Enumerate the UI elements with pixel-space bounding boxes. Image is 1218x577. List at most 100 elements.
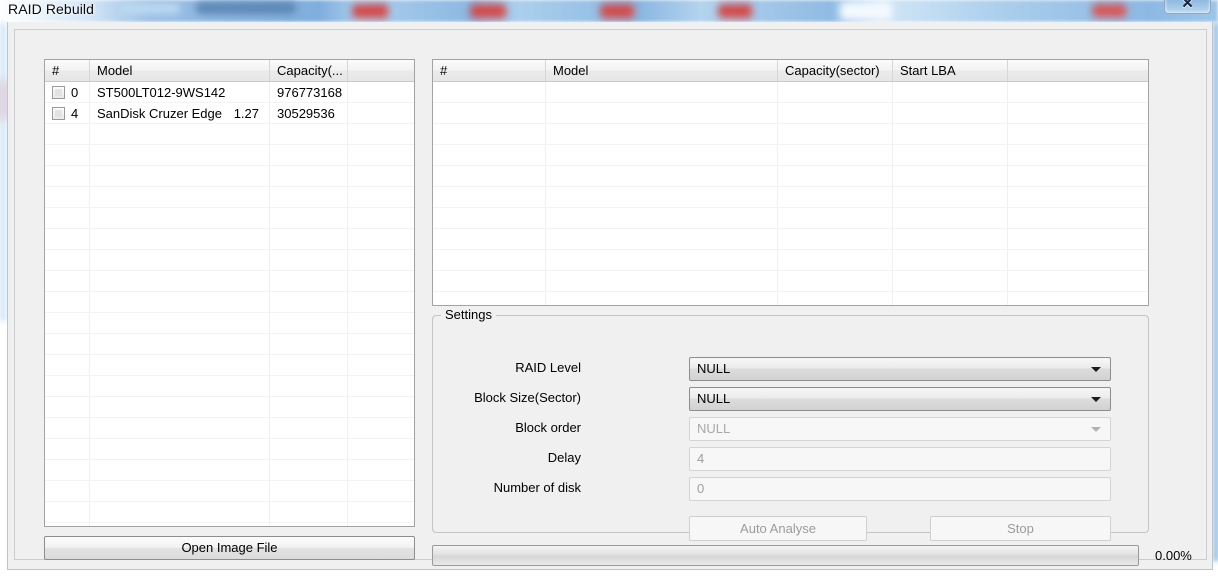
table-row-empty[interactable] xyxy=(45,313,414,334)
raid-level-dropdown[interactable]: NULL xyxy=(689,357,1111,381)
table-row-empty[interactable] xyxy=(45,208,414,229)
table-row[interactable]: 0 ST500LT012-9WS142 976773168 xyxy=(45,82,414,103)
cell-empty xyxy=(45,208,90,229)
table-body xyxy=(433,82,1148,305)
cell-empty xyxy=(546,187,778,208)
table-row-empty[interactable] xyxy=(433,124,1148,145)
table-row-empty[interactable] xyxy=(45,292,414,313)
cell-empty xyxy=(348,502,414,523)
cell-empty xyxy=(778,208,893,229)
cell-empty xyxy=(45,124,90,145)
cell-empty xyxy=(90,418,270,439)
block-order-dropdown[interactable]: NULL xyxy=(689,417,1111,441)
column-header-blank[interactable] xyxy=(348,60,414,81)
table-header-row: # Model Capacity(... xyxy=(45,60,414,82)
cell-model: ST500LT012-9WS142 xyxy=(90,82,270,103)
cell-empty xyxy=(546,166,778,187)
cell-empty xyxy=(270,439,348,460)
cell-empty xyxy=(893,250,1008,271)
cell-empty xyxy=(270,124,348,145)
field-number-of-disk[interactable]: 0 xyxy=(689,477,1111,501)
cell-empty xyxy=(433,271,546,292)
cell-empty xyxy=(348,334,414,355)
field-raid-level[interactable]: NULL xyxy=(689,357,1111,381)
column-header-start-lba[interactable]: Start LBA xyxy=(893,60,1008,81)
table-row-empty[interactable] xyxy=(45,355,414,376)
table-row-empty[interactable] xyxy=(433,82,1148,103)
column-header-model[interactable]: Model xyxy=(90,60,270,81)
cell-empty xyxy=(433,292,546,305)
table-row-empty[interactable] xyxy=(45,376,414,397)
cell-empty xyxy=(45,334,90,355)
table-row-empty[interactable] xyxy=(433,145,1148,166)
cell-empty xyxy=(270,208,348,229)
table-row-empty[interactable] xyxy=(45,397,414,418)
close-icon[interactable]: ✕ xyxy=(1164,0,1211,14)
table-row-empty[interactable] xyxy=(45,271,414,292)
label-delay: Delay xyxy=(547,450,581,465)
table-row-empty[interactable] xyxy=(433,208,1148,229)
table-row-empty[interactable] xyxy=(433,103,1148,124)
cell-empty xyxy=(1008,124,1148,145)
settings-row: Block Size(Sector) NULL xyxy=(433,387,1148,415)
cell-empty xyxy=(348,418,414,439)
table-row-empty[interactable] xyxy=(45,124,414,145)
table-row-empty[interactable] xyxy=(45,418,414,439)
settings-row: Block order NULL xyxy=(433,417,1148,445)
chevron-down-icon xyxy=(1091,427,1101,432)
row-checkbox[interactable] xyxy=(52,107,65,120)
table-row-empty[interactable] xyxy=(45,502,414,523)
auto-analyse-button[interactable]: Auto Analyse xyxy=(689,516,867,541)
table-row-empty[interactable] xyxy=(433,271,1148,292)
cell-empty xyxy=(348,124,414,145)
raid-member-table[interactable]: # Model Capacity(sector) Start LBA xyxy=(432,59,1149,306)
table-row-empty[interactable] xyxy=(45,460,414,481)
row-checkbox[interactable] xyxy=(52,86,65,99)
table-row-empty[interactable] xyxy=(45,145,414,166)
cell-empty xyxy=(270,481,348,502)
stop-button[interactable]: Stop xyxy=(930,516,1111,541)
cell-empty xyxy=(546,103,778,124)
field-delay[interactable]: 4 xyxy=(689,447,1111,471)
cell-empty xyxy=(1008,187,1148,208)
column-header-capacity[interactable]: Capacity(sector) xyxy=(778,60,893,81)
cell-empty xyxy=(893,292,1008,305)
cell-model-version: 1.27 xyxy=(233,106,259,121)
table-row-empty[interactable] xyxy=(45,229,414,250)
table-row-empty[interactable] xyxy=(433,166,1148,187)
label-number-of-disk: Number of disk xyxy=(493,480,581,495)
table-row-empty[interactable] xyxy=(433,187,1148,208)
table-row-empty[interactable] xyxy=(433,250,1148,271)
column-header-index[interactable]: # xyxy=(45,60,90,81)
table-row-empty[interactable] xyxy=(45,166,414,187)
physical-disk-table[interactable]: # Model Capacity(... 0 ST500LT012-9WS142 9… xyxy=(44,59,415,527)
table-row-empty[interactable] xyxy=(45,523,414,526)
table-row-empty[interactable] xyxy=(45,187,414,208)
open-image-file-button[interactable]: Open Image File xyxy=(44,536,415,560)
inner-panel: # Model Capacity(... 0 ST500LT012-9WS142 9… xyxy=(14,29,1207,566)
cell-empty xyxy=(1008,166,1148,187)
table-row[interactable]: 4 SanDisk Cruzer Edge 1.27 30529536 xyxy=(45,103,414,124)
delay-input[interactable]: 4 xyxy=(689,447,1111,471)
cell-empty xyxy=(270,271,348,292)
table-row-empty[interactable] xyxy=(433,229,1148,250)
label-raid-level: RAID Level xyxy=(515,360,581,375)
number-of-disk-input[interactable]: 0 xyxy=(689,477,1111,501)
cell-empty xyxy=(348,460,414,481)
column-header-blank[interactable] xyxy=(1008,60,1148,81)
table-row-empty[interactable] xyxy=(45,481,414,502)
column-header-index[interactable]: # xyxy=(433,60,546,81)
column-header-model[interactable]: Model xyxy=(546,60,778,81)
table-row-empty[interactable] xyxy=(45,439,414,460)
table-row-empty[interactable] xyxy=(45,334,414,355)
label-block-size-sector: Block Size(Sector) xyxy=(474,390,581,405)
cell-empty xyxy=(270,460,348,481)
field-block-order[interactable]: NULL xyxy=(689,417,1111,441)
table-row-empty[interactable] xyxy=(433,292,1148,305)
table-row-empty[interactable] xyxy=(45,250,414,271)
block-size-sector-dropdown[interactable]: NULL xyxy=(689,387,1111,411)
cell-empty xyxy=(433,103,546,124)
field-block-size-sector[interactable]: NULL xyxy=(689,387,1111,411)
cell-empty xyxy=(893,187,1008,208)
column-header-capacity[interactable]: Capacity(... xyxy=(270,60,348,81)
